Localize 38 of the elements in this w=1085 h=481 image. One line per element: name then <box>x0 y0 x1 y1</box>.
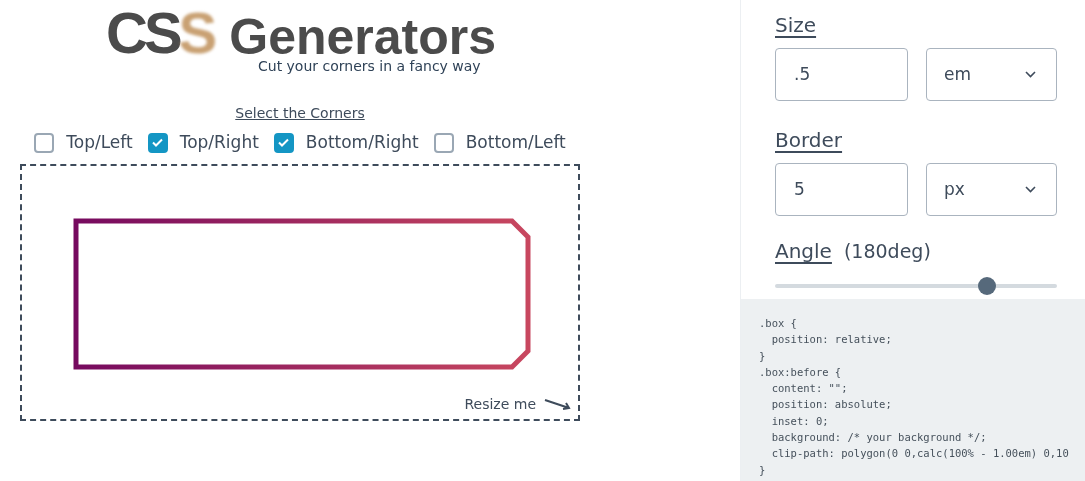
checkbox[interactable] <box>273 132 294 153</box>
checkbox-label[interactable]: Top/Left <box>66 130 133 156</box>
field-label: Border <box>775 127 843 154</box>
chevron-down-icon <box>1025 186 1036 193</box>
number-field[interactable]: 5 <box>775 163 908 216</box>
tagline: Cut your corners in a fancy way <box>258 57 481 76</box>
code-line: inset: 0; <box>770 413 829 429</box>
angle-slider[interactable] <box>775 277 1057 295</box>
number-field[interactable]: .5 <box>775 48 908 101</box>
unit-dropdown[interactable]: px <box>926 163 1057 216</box>
code-line: clip-path: polygon(0 0,calc(100% - 1.00em) 0,10 <box>770 446 1069 462</box>
angle-reading: (180deg) <box>843 239 931 264</box>
checkbox[interactable] <box>34 132 55 153</box>
code-line: .box { <box>759 316 797 331</box>
checkbox[interactable] <box>433 132 454 153</box>
unit-dropdown[interactable]: em <box>926 48 1057 101</box>
checkbox-label[interactable]: Bottom/Right <box>305 130 419 156</box>
code-line: } <box>759 462 766 478</box>
code-line: content: ""; <box>770 381 848 397</box>
code-line: position: absolute; <box>770 397 892 413</box>
slider-thumb[interactable] <box>978 277 997 295</box>
code-line: position: relative; <box>770 332 892 348</box>
code-line: } <box>759 348 766 364</box>
logo-accent-letter: S <box>178 4 218 62</box>
field-label: Size <box>775 12 817 39</box>
chevron-down-icon <box>1025 71 1036 78</box>
check-icon <box>152 138 164 148</box>
section-title: Select the Corners <box>235 104 365 123</box>
code-line: .box:before { <box>759 364 842 380</box>
logo-text: CS <box>106 4 179 62</box>
code-line: background: /* your background */; <box>770 430 987 446</box>
checkbox[interactable] <box>147 132 168 153</box>
checkbox-label[interactable]: Top/Right <box>179 130 259 156</box>
field-label: Angle <box>775 238 832 265</box>
resize-hint: Resize me <box>464 394 536 414</box>
checkbox-label[interactable]: Bottom/Left <box>465 130 566 156</box>
check-icon <box>278 138 290 148</box>
arrow-icon <box>544 397 572 411</box>
